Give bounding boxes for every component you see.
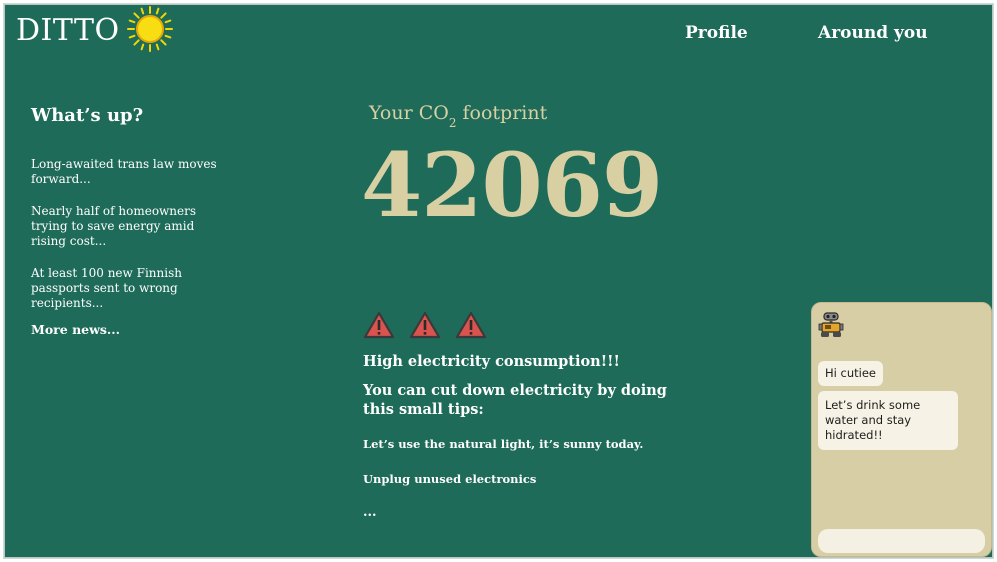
sun-icon <box>127 6 173 52</box>
news-heading: What’s up? <box>31 105 144 126</box>
tip-item: Unplug unused electronics <box>363 472 537 486</box>
tip-item: Let’s use the natural light, it’s sunny … <box>363 437 644 451</box>
warning-triangle-icon <box>363 311 395 339</box>
warning-triangle-icon <box>409 311 441 339</box>
co2-label-suffix: footprint <box>456 102 548 124</box>
co2-label-subscript: 2 <box>448 116 457 130</box>
alert-title: High electricity consumption!!! <box>363 353 620 370</box>
news-item[interactable]: Nearly half of homeowners trying to save… <box>31 204 221 249</box>
nav-profile-link[interactable]: Profile <box>685 23 748 43</box>
chat-panel: Hi cutiee Let’s drink some water and sta… <box>811 302 992 557</box>
alert-body: You can cut down electricity by doing th… <box>363 382 667 418</box>
news-item[interactable]: At least 100 new Finnish passports sent … <box>31 266 221 311</box>
chat-input[interactable] <box>818 529 985 553</box>
warning-triangle-icon <box>455 311 487 339</box>
warning-icons <box>363 311 487 339</box>
co2-label-prefix: Your CO <box>369 102 449 124</box>
news-list: Long-awaited trans law moves forward... … <box>31 157 221 337</box>
tip-more[interactable]: ... <box>363 505 377 520</box>
app-window: DITTO Profile Around you What’s up? Long… <box>4 4 993 558</box>
chat-message: Let’s drink some water and stay hidrated… <box>818 391 958 450</box>
robot-icon <box>818 312 844 337</box>
nav-around-you-link[interactable]: Around you <box>818 23 928 43</box>
brand-logo-text[interactable]: DITTO <box>16 13 120 48</box>
co2-footprint-value: 42069 <box>361 133 663 237</box>
co2-footprint-label: Your CO2 footprint <box>369 102 548 130</box>
news-item[interactable]: Long-awaited trans law moves forward... <box>31 157 221 187</box>
more-news-link[interactable]: More news... <box>31 322 221 337</box>
chat-message: Hi cutiee <box>818 361 883 386</box>
